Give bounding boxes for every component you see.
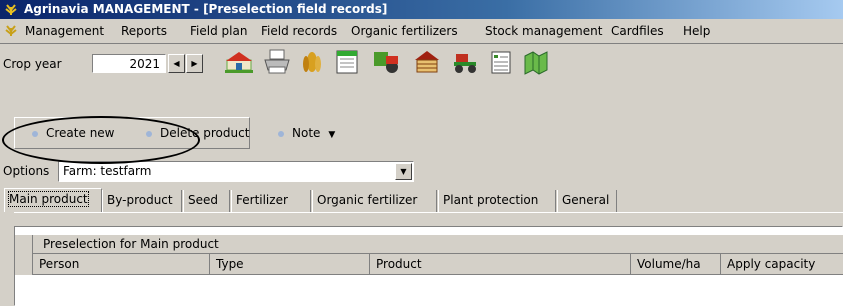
list-icon[interactable] bbox=[486, 48, 516, 76]
options-label: Options bbox=[3, 164, 50, 178]
tab-fertilizer[interactable]: Fertilizer bbox=[231, 190, 311, 212]
window-title: Agrinavia MANAGEMENT - [Preselection fie… bbox=[24, 2, 388, 16]
note-icon bbox=[278, 130, 284, 137]
printer-icon[interactable] bbox=[262, 48, 292, 76]
options-value: Farm: testfarm bbox=[63, 164, 152, 178]
menu-reports[interactable]: Reports bbox=[118, 23, 170, 39]
menu-field-plan[interactable]: Field plan bbox=[187, 23, 250, 39]
create-new-icon bbox=[32, 130, 38, 137]
menu-cardfiles[interactable]: Cardfiles bbox=[608, 23, 667, 39]
note-label: Note bbox=[292, 126, 321, 140]
chevron-down-icon: ▼ bbox=[328, 130, 336, 140]
app-logo-icon bbox=[5, 4, 17, 15]
tractor-icon[interactable] bbox=[450, 48, 480, 76]
crop-year-field[interactable]: 2021 bbox=[92, 54, 166, 73]
menu-field-records[interactable]: Field records bbox=[258, 23, 340, 39]
tab-general[interactable]: General bbox=[557, 190, 617, 212]
calendar-icon[interactable] bbox=[332, 48, 362, 76]
main-toolbar: Crop year 2021 ◀ ▶ bbox=[0, 44, 843, 80]
delete-product-button[interactable]: Delete product bbox=[146, 120, 249, 146]
create-new-button[interactable]: Create new bbox=[32, 120, 115, 146]
tab-main-product[interactable]: Main product bbox=[4, 188, 102, 212]
menu-help[interactable]: Help bbox=[680, 23, 713, 39]
column-header-volume-ha[interactable]: Volume/ha bbox=[631, 254, 721, 275]
menu-bar: Management Reports Field plan Field reco… bbox=[0, 19, 843, 44]
preselection-grid: Preselection for Main product Person Typ… bbox=[14, 226, 843, 306]
crop-year-value: 2021 bbox=[129, 57, 160, 71]
column-header-person[interactable]: Person bbox=[33, 254, 210, 275]
tab-seed[interactable]: Seed bbox=[183, 190, 230, 212]
delete-product-label: Delete product bbox=[160, 126, 250, 140]
create-new-label: Create new bbox=[46, 126, 115, 140]
delete-product-icon bbox=[146, 130, 152, 137]
chevron-down-icon[interactable]: ▼ bbox=[395, 163, 412, 180]
tab-by-product[interactable]: By-product bbox=[102, 190, 182, 212]
group-header-label: Preselection for Main product bbox=[43, 237, 219, 251]
map-icon[interactable] bbox=[521, 48, 551, 76]
field-machine-icon[interactable] bbox=[372, 48, 402, 76]
tab-main-product-label: Main product bbox=[8, 191, 89, 207]
year-prev-button[interactable]: ◀ bbox=[168, 54, 185, 73]
column-header-type[interactable]: Type bbox=[210, 254, 370, 275]
crop-year-label: Crop year bbox=[3, 57, 62, 71]
column-header-product[interactable]: Product bbox=[370, 254, 631, 275]
options-select[interactable]: Farm: testfarm ▼ bbox=[58, 161, 414, 182]
menu-organic-fertilizers[interactable]: Organic fertilizers bbox=[348, 23, 461, 39]
tab-organic-fertilizer[interactable]: Organic fertilizer bbox=[312, 190, 437, 212]
tab-plant-protection[interactable]: Plant protection bbox=[438, 190, 556, 212]
tab-divider bbox=[14, 212, 843, 213]
note-button[interactable]: Note ▼ bbox=[278, 120, 335, 146]
grain-icon[interactable] bbox=[297, 48, 327, 76]
barn-icon[interactable] bbox=[412, 48, 442, 76]
menu-stock-management[interactable]: Stock management bbox=[482, 23, 605, 39]
year-next-button[interactable]: ▶ bbox=[186, 54, 203, 73]
farm-icon[interactable] bbox=[224, 48, 254, 76]
app-menu-icon[interactable] bbox=[4, 23, 18, 37]
title-bar: Agrinavia MANAGEMENT - [Preselection fie… bbox=[0, 0, 843, 19]
row-indicator bbox=[15, 235, 33, 275]
group-header: Preselection for Main product bbox=[15, 235, 843, 254]
column-header-apply-capacity[interactable]: Apply capacity bbox=[721, 254, 843, 275]
menu-management[interactable]: Management bbox=[22, 23, 107, 39]
